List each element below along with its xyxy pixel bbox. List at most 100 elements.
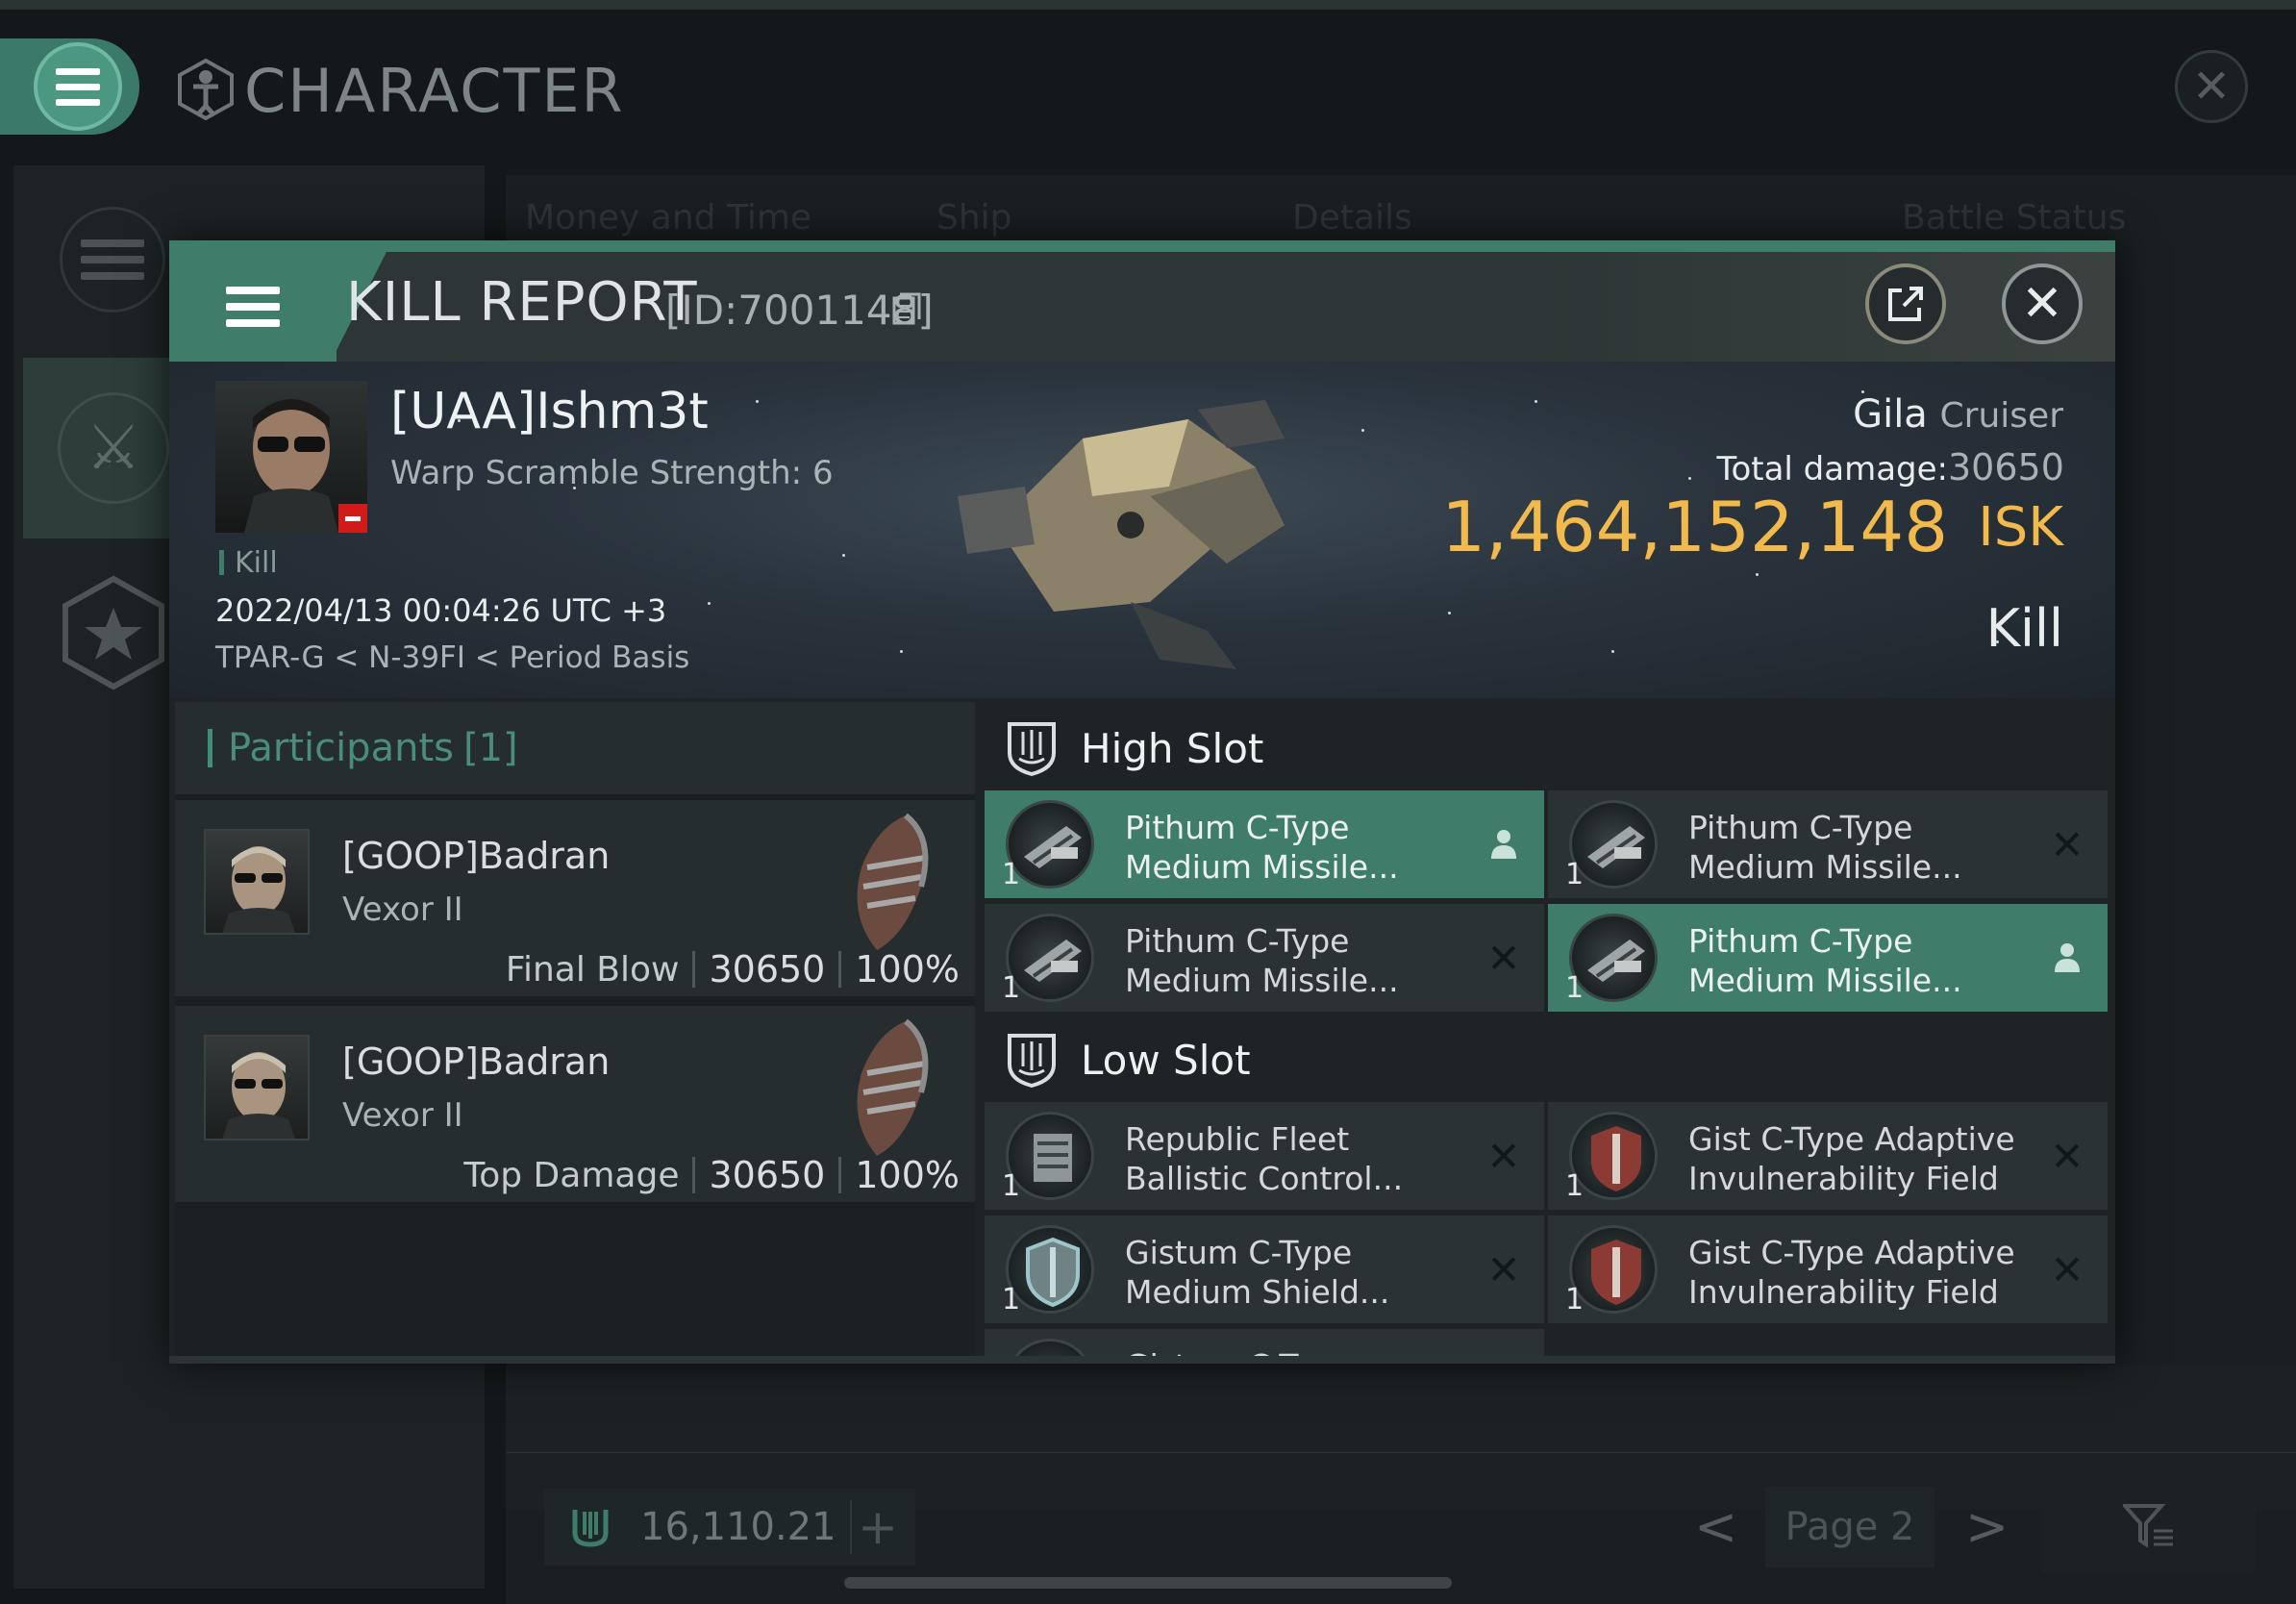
copy-icon[interactable]: [892, 292, 921, 327]
module-item[interactable]: 1 Republic Fleet Ballistic Control... ✕: [985, 1102, 1544, 1210]
module-quantity: 1: [1002, 1169, 1021, 1203]
external-link-icon: [1888, 287, 1923, 321]
high-slot-label: High Slot: [1081, 724, 1264, 772]
isk-value: 1,464,152,148: [1441, 487, 1948, 567]
crossed-swords-icon[interactable]: ⚔: [58, 392, 169, 504]
modal-title: KILL REPORT: [346, 271, 698, 334]
low-slot-header: Low Slot: [981, 1014, 2115, 1106]
high-slot-header: High Slot: [981, 702, 2115, 794]
window-title: CHARACTER: [244, 56, 625, 126]
participant-stat-label: Top Damage: [463, 1155, 680, 1195]
module-name: Gist C-Type Adaptive Invulnerability Fie…: [1688, 1234, 2015, 1311]
participant-stat-label: Final Blow: [505, 949, 680, 990]
module-item[interactable]: 1 Gist C-Type Adaptive Invulnerability F…: [1548, 1216, 2108, 1323]
destroyed-x-icon: ✕: [2050, 820, 2084, 868]
module-quantity: 1: [1002, 1283, 1021, 1316]
star-shield-icon[interactable]: [60, 575, 167, 690]
participant-stats: Final Blow 30650 100%: [506, 948, 960, 990]
module-name: Gistum C-Type Medium Shield...: [1125, 1234, 1390, 1311]
add-funds-button[interactable]: +: [850, 1499, 904, 1555]
module-quantity: 1: [1565, 858, 1585, 891]
divider: [506, 1452, 2296, 1453]
horizontal-scrollbar[interactable]: [844, 1577, 1452, 1589]
participant-damage: 30650: [709, 1154, 826, 1196]
destroyed-x-icon: ✕: [2050, 1132, 2084, 1180]
participant-name[interactable]: [GOOP]Badran: [342, 835, 610, 877]
participant-damage: 30650: [709, 948, 826, 990]
ship-name-line: Gila Cruiser: [1227, 392, 2063, 437]
chevron-right-icon[interactable]: >: [1965, 1496, 2009, 1557]
module-item[interactable]: 1 Pithum C-Type Medium Missile... ✕: [985, 904, 1544, 1012]
menu-icon: [34, 42, 122, 131]
participant-row[interactable]: [GOOP]Badran Vexor II Final Blow 30650 1…: [175, 800, 975, 1000]
menu-icon: [226, 287, 280, 327]
participant-percent: 100%: [855, 948, 960, 990]
share-button[interactable]: [1865, 263, 1946, 344]
module-name: Pithum C-Type Medium Missile...: [1688, 809, 1962, 886]
status-badge: [338, 504, 367, 533]
modal-accent-line: [169, 240, 2115, 252]
low-slot-label: Low Slot: [1081, 1036, 1251, 1084]
wallet-panel: 16,110.21 +: [544, 1489, 915, 1566]
victim-name[interactable]: [UAA]Ishm3t: [390, 383, 709, 440]
column-header-details[interactable]: Details: [1292, 198, 1412, 238]
filter-icon: [2123, 1504, 2173, 1548]
filter-button[interactable]: [2042, 1477, 2256, 1573]
ship-name[interactable]: Gila: [1853, 392, 1928, 437]
participant-percent: 100%: [855, 1154, 960, 1196]
participant-portrait[interactable]: [204, 829, 310, 935]
module-item[interactable]: 1 Pithum C-Type Medium Missile... ✕: [1548, 790, 2108, 898]
participants-header[interactable]: Participants [1]: [175, 702, 975, 794]
module-quantity: 1: [1565, 1169, 1585, 1203]
modal-menu-button[interactable]: [169, 252, 337, 362]
main-menu-button[interactable]: [0, 38, 139, 135]
kill-report-modal: KILL REPORT [ID:7001148] ✕ [UAA]Ishm3t W…: [169, 240, 2115, 1364]
kill-tag: Kill: [235, 546, 278, 580]
kill-status: Kill: [1985, 598, 2063, 659]
module-item[interactable]: 1 Gistum C-Type Medium Shield... ✕: [985, 1216, 1544, 1323]
module-quantity: 1: [1002, 858, 1021, 891]
dropped-person-icon: [1485, 825, 1523, 864]
participant-row[interactable]: [GOOP]Badran Vexor II Top Damage 30650 1…: [175, 1006, 975, 1206]
participant-ship-icon[interactable]: [838, 810, 944, 954]
participants-label: Participants: [228, 726, 454, 770]
destroyed-x-icon: ✕: [1486, 1132, 1521, 1180]
participant-ship[interactable]: Vexor II: [342, 1096, 463, 1135]
column-header-ship[interactable]: Ship: [936, 198, 1012, 238]
module-name: Gist C-Type Adaptive Invulnerability Fie…: [1688, 1120, 2015, 1197]
destroyed-x-icon: ✕: [1486, 934, 1521, 982]
modal-close-button[interactable]: ✕: [2002, 263, 2083, 344]
kill-datetime: 2022/04/13 00:04:26 UTC +3: [215, 592, 667, 629]
module-name: Pithum C-Type Medium Missile...: [1125, 922, 1399, 999]
module-item[interactable]: 1 Gist C-Type Adaptive Invulnerability F…: [1548, 1102, 2108, 1210]
page-indicator: Page 2: [1765, 1487, 1934, 1567]
participant-ship[interactable]: Vexor II: [342, 890, 463, 929]
participant-name[interactable]: [GOOP]Badran: [342, 1040, 610, 1083]
dropped-person-icon: [2048, 939, 2086, 977]
column-header-battle-status[interactable]: Battle Status: [1902, 198, 2126, 238]
wallet-value: 16,110.21: [640, 1505, 836, 1549]
module-item[interactable]: 1 Pithum C-Type Medium Missile...: [985, 790, 1544, 898]
ship-class: Cruiser: [1939, 396, 2063, 436]
kill-banner: [UAA]Ishm3t Warp Scramble Strength: 6 Ki…: [169, 362, 2115, 698]
module-name: Pithum C-Type Medium Missile...: [1125, 809, 1399, 886]
destroyed-x-icon: ✕: [2050, 1245, 2084, 1293]
sidebar-list-icon[interactable]: [60, 207, 165, 313]
victim-detail: Warp Scramble Strength: 6: [390, 454, 834, 492]
participant-ship-icon[interactable]: [838, 1015, 944, 1160]
chevron-left-icon[interactable]: <: [1694, 1496, 1737, 1557]
kill-location[interactable]: TPAR-G < N-39FI < Period Basis: [215, 640, 689, 675]
participant-portrait[interactable]: [204, 1035, 310, 1140]
module-name: Republic Fleet Ballistic Control...: [1125, 1120, 1404, 1197]
wallet-icon: [572, 1510, 609, 1547]
character-icon: [178, 58, 234, 121]
high-slot-icon: [1008, 722, 1056, 776]
module-quantity: 1: [1565, 1283, 1585, 1316]
column-header-money[interactable]: Money and Time: [525, 198, 811, 238]
module-name: Pithum C-Type Medium Missile...: [1688, 922, 1962, 999]
kill-tag-marker: [219, 550, 224, 575]
window-close-button[interactable]: ✕: [2175, 50, 2248, 123]
module-item[interactable]: 1 Pithum C-Type Medium Missile...: [1548, 904, 2108, 1012]
participants-count: [1]: [462, 726, 518, 770]
top-strip: [0, 0, 2296, 10]
